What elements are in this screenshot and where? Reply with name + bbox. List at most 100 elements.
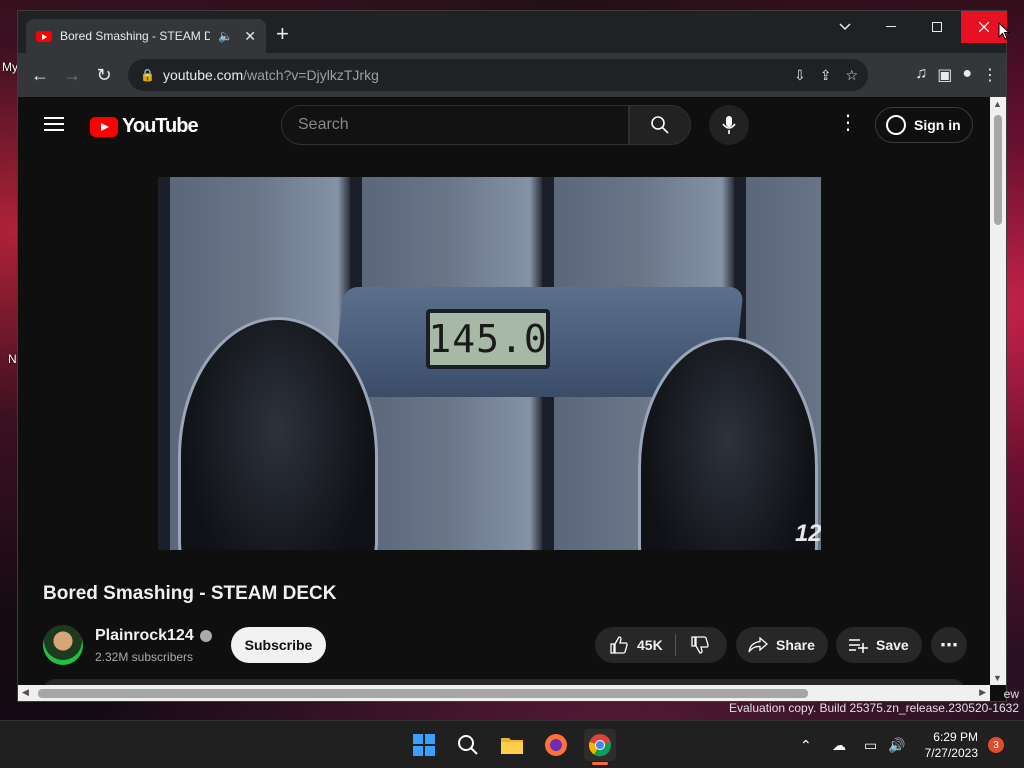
search-button[interactable] [629,105,691,145]
windows-logo-icon [413,734,435,756]
dislike-button[interactable] [676,635,710,655]
firefox-icon [545,734,567,756]
arrow-right-icon: → [63,64,81,85]
taskbar-clock[interactable]: 6:29 PM 7/27/2023 [918,729,978,761]
tray-overflow-icon[interactable]: ⌃ [800,721,812,768]
url-text[interactable]: youtube.com/watch?v=DjylkzTJrkg [163,67,379,83]
clock-time: 6:29 PM [933,730,978,744]
sign-in-button[interactable]: Sign in [875,107,973,143]
browser-window: Bored Smashing - STEAM DE 🔈 ✕ + ← → ↻ 🔒 … [17,10,1007,702]
video-title: Bored Smashing - STEAM DECK [43,583,337,604]
scroll-right-arrow-icon[interactable]: ▶ [979,687,986,698]
youtube-logo-icon [90,116,118,137]
scale-reading: 145.0 [426,309,550,369]
mouse-cursor-icon [998,22,1010,40]
like-dislike-group: 45K [595,627,727,663]
channel-name-link[interactable]: Plainrock124 [95,627,212,645]
start-button[interactable] [408,729,440,761]
more-horizontal-icon: ⋯ [940,634,958,655]
youtube-favicon-icon [36,30,52,42]
video-player[interactable]: 145.0 124 [158,177,821,550]
browser-toolbar: ← → ↻ 🔒 youtube.com/watch?v=DjylkzTJrkg … [18,53,1006,97]
taskbar-search-button[interactable] [452,729,484,761]
reload-button[interactable]: ↻ [88,59,120,91]
browser-tab[interactable]: Bored Smashing - STEAM DE 🔈 ✕ [26,19,266,53]
new-tab-button[interactable]: + [276,23,289,45]
close-icon [979,22,989,32]
search-input[interactable] [298,116,628,134]
scroll-up-arrow-icon[interactable]: ▲ [993,99,1002,109]
playlist-add-icon [849,639,868,653]
search-icon [458,735,478,755]
sign-in-label: Sign in [914,117,961,133]
minimize-icon [886,26,896,27]
horizontal-scroll-thumb[interactable] [38,689,808,698]
onedrive-offline-icon[interactable]: ☁ [832,721,846,768]
channel-watermark[interactable]: 124 [795,520,821,548]
like-button[interactable]: 45K [595,634,676,656]
hamburger-menu-icon[interactable] [44,117,64,131]
evaluation-watermark: Evaluation copy. Build 25375.zn_release.… [729,701,1019,715]
scroll-down-arrow-icon[interactable]: ▼ [993,673,1002,683]
folder-icon [501,738,523,754]
address-bar[interactable]: 🔒 youtube.com/watch?v=DjylkzTJrkg ⇩ ⇪ ☆ [128,59,868,91]
chrome-button[interactable] [584,729,616,765]
notification-badge[interactable]: 3 [988,737,1004,753]
youtube-header: YouTube ⋮ Sign in [18,97,990,153]
install-app-icon[interactable]: ⇩ [794,67,806,84]
network-icon[interactable]: ▭ [864,721,877,768]
search-box[interactable] [281,105,629,145]
side-panel-icon[interactable]: ▣ [937,65,952,85]
verified-badge-icon [199,630,212,642]
more-actions-button[interactable]: ⋯ [931,627,967,663]
file-explorer-button[interactable] [496,729,528,761]
reload-icon: ↻ [96,64,112,85]
chevron-down-icon [839,23,851,31]
profile-icon[interactable]: ● [962,65,972,85]
tab-search-button[interactable] [822,11,868,43]
tab-title: Bored Smashing - STEAM DE [60,29,210,43]
save-button[interactable]: Save [836,627,922,663]
scroll-left-arrow-icon[interactable]: ◀ [22,687,29,698]
media-control-icon[interactable]: ♫ [915,65,927,85]
thumbs-up-icon [610,636,628,654]
desktop-icon-label[interactable]: N [8,352,17,366]
volume-icon[interactable]: 🔊 [888,721,905,768]
youtube-logo-text: YouTube [122,115,199,137]
vertical-scroll-thumb[interactable] [994,115,1002,225]
horizontal-scrollbar[interactable]: ◀ ▶ [18,685,990,701]
search-icon [651,116,669,134]
tab-close-icon[interactable]: ✕ [244,28,256,45]
back-button[interactable]: ← [24,59,56,91]
desktop-icon-label[interactable]: My [2,60,18,74]
share-arrow-icon [748,636,768,653]
share-button[interactable]: Share [736,627,828,663]
firefox-button[interactable] [540,729,572,761]
like-count: 45K [637,637,663,653]
subscribe-button[interactable]: Subscribe [231,627,326,663]
maximize-icon [932,22,942,32]
youtube-logo[interactable]: YouTube [90,115,199,138]
microphone-icon [722,116,736,134]
url-host: youtube.com [162,67,244,83]
channel-avatar[interactable] [43,625,83,665]
channel-name: Plainrock124 [95,627,194,644]
voice-search-button[interactable] [709,105,749,145]
browser-menu-icon[interactable]: ⋮ [982,65,998,85]
forward-button[interactable]: → [56,59,88,91]
bookmark-star-icon[interactable]: ☆ [845,67,858,84]
vertical-scrollbar[interactable]: ▲ ▼ [990,97,1006,685]
minimize-button[interactable] [868,11,914,43]
share-label: Share [776,637,815,653]
clock-date: 7/27/2023 [924,746,978,760]
account-circle-icon [886,115,906,135]
active-app-indicator [592,762,608,765]
title-bar: Bored Smashing - STEAM DE 🔈 ✕ + [18,11,1007,53]
maximize-button[interactable] [914,11,960,43]
settings-menu-icon[interactable]: ⋮ [838,113,858,133]
share-page-icon[interactable]: ⇪ [820,67,832,84]
speaker-icon[interactable]: 🔈 [218,29,233,43]
subscriber-count: 2.32M subscribers [95,650,194,664]
lock-icon[interactable]: 🔒 [140,68,155,82]
thumbs-down-icon [691,636,709,654]
